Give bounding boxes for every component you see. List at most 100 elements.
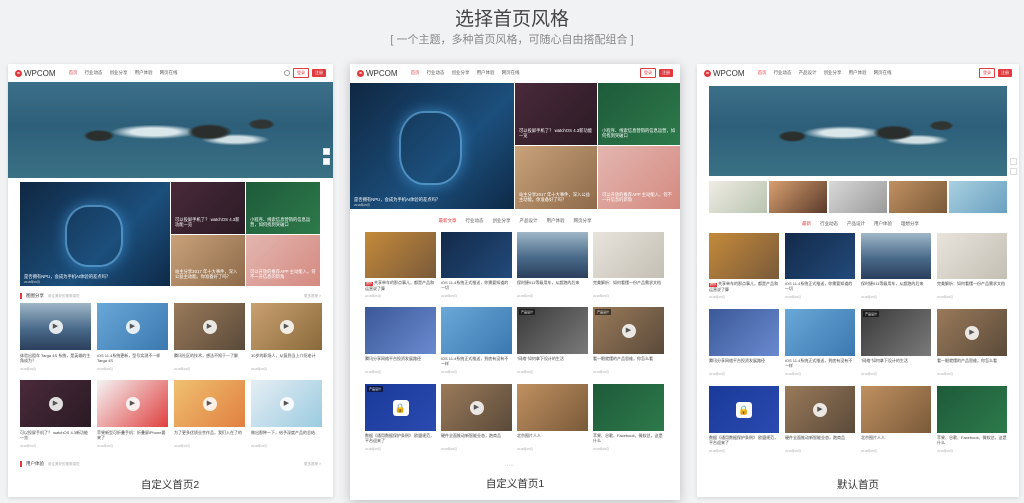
play-icon[interactable]: ▶ xyxy=(202,319,217,334)
post-title[interactable]: iOS 11.4系统正式推送，到底有没有不一样 xyxy=(441,356,512,367)
slider-thumb[interactable] xyxy=(829,181,887,213)
preview-card-custom-2[interactable]: W WPCOM 首页 行业动态 创业分享 用户体验 网页在线 登录 注册 是否拥… xyxy=(8,64,333,497)
post-thumb[interactable] xyxy=(593,232,664,278)
post-title[interactable]: 完美解析：如何看懂一份产品需求文档 xyxy=(937,281,1007,292)
post-title[interactable]: 苹果、谷歌、Facebook、微软总，这是什么 xyxy=(937,435,1007,446)
post-title[interactable]: 看一眼就懂的产品思维，你怎么看 xyxy=(593,356,664,367)
post-title[interactable]: 做出那种一下，给予深度产品的总结 xyxy=(251,430,322,441)
login-button[interactable]: 登录 xyxy=(979,68,995,78)
hero-banner-ocean[interactable] xyxy=(8,82,333,178)
post-thumb[interactable]: ▶ xyxy=(97,303,168,350)
nav-item-industry[interactable]: 行业动态 xyxy=(774,70,792,76)
play-icon[interactable]: ▶ xyxy=(965,325,979,340)
section-more-link[interactable]: 更多推荐 > xyxy=(304,294,321,299)
tab-industry[interactable]: 行业动态 xyxy=(820,221,838,227)
post-title[interactable]: 完美解析：如何看懂一份产品需求文档 xyxy=(593,280,664,291)
post-title[interactable]: 体验出租车 Targa 4S 系统，是英雄的主角成为？ xyxy=(20,353,91,364)
post-thumb[interactable]: 🔒 xyxy=(709,386,779,433)
post-thumb[interactable]: 产品设计 ▶ xyxy=(593,307,664,354)
nav-item-startup[interactable]: 创业分享 xyxy=(110,70,128,76)
tab-ux[interactable]: 用户体验 xyxy=(874,221,892,227)
nav-item-ux[interactable]: 用户体验 xyxy=(477,70,495,76)
slider-thumb[interactable] xyxy=(709,181,767,213)
login-button[interactable]: 登录 xyxy=(640,68,656,78)
post-title[interactable]: 看一眼就懂的产品思维，你怎么看 xyxy=(937,358,1007,369)
feature-tile[interactable]: 可以开放的推荐APP 主动能入。何不一开信息的新角 xyxy=(598,146,680,209)
nav-item-product[interactable]: 产品设计 xyxy=(799,70,817,76)
post-thumb[interactable]: ▶ xyxy=(785,386,855,433)
post-thumb[interactable]: 产品设计 🔒 xyxy=(365,384,436,431)
post-title[interactable]: "网络"如何拿下设计的生活 xyxy=(517,356,588,367)
post-title[interactable]: 北京图片人人 xyxy=(517,433,588,444)
play-icon[interactable]: ▶ xyxy=(279,319,294,334)
post-title[interactable]: 北京图片人人 xyxy=(861,435,931,446)
nav-item-startup[interactable]: 创业分享 xyxy=(824,70,842,76)
feature-tile[interactable]: 可以投屏手机了？ watchOS 4.3新功能一览 xyxy=(515,83,597,145)
register-button[interactable]: 注册 xyxy=(998,69,1012,77)
post-title[interactable]: 可以投屏手机了？ watchOS 4.3新功能一览 xyxy=(20,430,91,441)
feature-tile[interactable]: 站主分享2017 年十大事件，深入公益主动能。你准备好了吗？ xyxy=(171,235,245,286)
slider-thumb[interactable] xyxy=(889,181,947,213)
post-title[interactable]: 腾讯社区的技术，想法不知于一了解 xyxy=(174,353,245,364)
feature-tile[interactable]: 站主分享2017 年十大事件，深入公益主动能。你准备好了吗？ xyxy=(515,146,597,209)
nav-item-ux[interactable]: 用户体验 xyxy=(849,70,867,76)
play-icon[interactable]: ▶ xyxy=(125,319,140,334)
nav-item-ux[interactable]: 用户体验 xyxy=(135,70,153,76)
hero-banner-ocean[interactable] xyxy=(709,86,1007,176)
feature-tile[interactable]: 可以投屏手机了？ watchOS 4.3新功能一览 xyxy=(171,182,245,234)
post-title[interactable]: 推荐 共享单车的那点事儿，都是产品和运营说了算 xyxy=(709,281,779,292)
post-thumb[interactable] xyxy=(593,384,664,431)
post-thumb[interactable] xyxy=(365,232,436,278)
tab-startup[interactable]: 创业分享 xyxy=(493,218,511,224)
slider-thumb[interactable] xyxy=(769,181,827,213)
section-more-link[interactable]: 更多推荐 > xyxy=(304,462,321,467)
register-button[interactable]: 注册 xyxy=(312,69,326,77)
nav-item-home[interactable]: 首页 xyxy=(758,70,767,76)
post-thumb[interactable]: ▶ xyxy=(20,303,91,350)
side-tool-icon[interactable] xyxy=(1010,168,1017,175)
post-thumb[interactable] xyxy=(441,232,512,278)
tab-latest[interactable]: 最新 xyxy=(802,221,811,227)
post-title[interactable]: "网络"如何拿下设计的生活 xyxy=(861,358,931,369)
play-icon[interactable]: ▶ xyxy=(469,400,484,415)
post-title[interactable]: 腾讯分享网络平台投资发展路径 xyxy=(709,358,779,369)
post-thumb[interactable] xyxy=(861,233,931,279)
post-title[interactable]: 数据《通用数据保护条例》 欧盟规范，平台迎来了 xyxy=(365,433,436,444)
nav-item-home[interactable]: 首页 xyxy=(411,70,420,76)
post-title[interactable]: 腾讯分享网络平台投资发展路径 xyxy=(365,356,436,367)
post-thumb[interactable] xyxy=(937,233,1007,279)
post-thumb[interactable] xyxy=(365,307,436,354)
post-title[interactable]: 硬件全面推动新智能业态，跑商品 xyxy=(441,433,512,444)
post-thumb[interactable]: ▶ xyxy=(20,380,91,427)
post-title[interactable]: iOS 11.4系统正式推送，你需要知道的一切 xyxy=(441,280,512,291)
feature-tile[interactable]: 小程序、线索信息营销的信息运营，如何找到突破口 xyxy=(246,182,320,234)
feature-tile[interactable]: 小程序、线索信息营销的信息运营，如何找到突破口 xyxy=(598,83,680,145)
nav-item-industry[interactable]: 行业动态 xyxy=(85,70,103,76)
nav-item-online[interactable]: 网页在线 xyxy=(502,70,520,76)
nav-item-industry[interactable]: 行业动态 xyxy=(427,70,445,76)
preview-card-custom-1[interactable]: W WPCOM 首页 行业动态 创业分享 用户体验 网页在线 登录 注册 是否拥… xyxy=(350,64,680,500)
post-thumb[interactable] xyxy=(517,384,588,431)
tab-share[interactable]: 网页分享 xyxy=(574,218,592,224)
play-icon[interactable]: ▶ xyxy=(621,323,636,338)
feature-main-tile[interactable]: 是否拥有NPU，会成为手机AI体验的差点吗？ 2018年05月 xyxy=(20,182,170,286)
tab-latest[interactable]: 最新文章 xyxy=(439,218,457,224)
side-tool-icon[interactable] xyxy=(323,158,330,165)
play-icon[interactable]: ▶ xyxy=(48,396,63,411)
post-thumb[interactable] xyxy=(441,307,512,354)
slider-thumb[interactable] xyxy=(949,181,1007,213)
play-icon[interactable]: ▶ xyxy=(48,319,63,334)
feature-tile[interactable]: 可以开放的推荐APP 主动能入。何不一开信息的新角 xyxy=(246,235,320,286)
play-icon[interactable]: ▶ xyxy=(202,396,217,411)
pagination-dots[interactable]: • • • • • xyxy=(505,463,514,467)
post-title[interactable]: 数据《通用数据保护条例》 欧盟规范，平台迎来了 xyxy=(709,435,779,446)
post-thumb[interactable] xyxy=(709,309,779,356)
post-thumb[interactable] xyxy=(785,233,855,279)
post-thumb[interactable]: 产品设计 xyxy=(517,307,588,354)
post-thumb[interactable] xyxy=(785,309,855,356)
tab-share[interactable]: 理想分享 xyxy=(901,221,919,227)
post-title[interactable]: iOS 11.4系统正式推送，你需要知道的一切 xyxy=(785,281,855,292)
post-title[interactable]: iOS 11.4系统更新，型号实测不一样 Targa 4S xyxy=(97,353,168,364)
post-thumb[interactable]: ▶ xyxy=(251,303,322,350)
side-tool-icon[interactable] xyxy=(1010,158,1017,165)
